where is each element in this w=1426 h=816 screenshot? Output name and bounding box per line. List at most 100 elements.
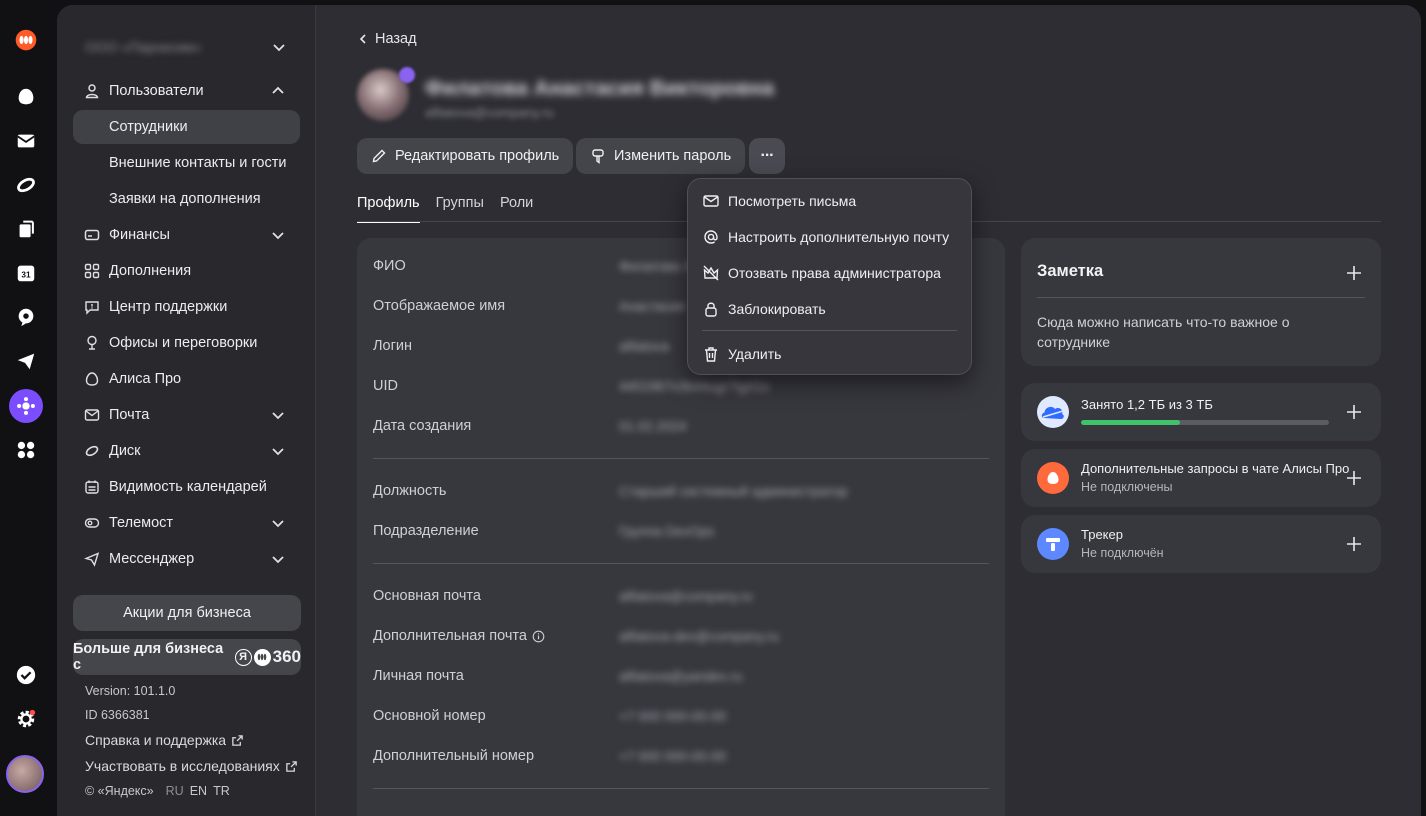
messenger-icon	[83, 550, 101, 568]
help-link[interactable]: Справка и поддержка	[85, 732, 244, 748]
version-text: Version: 101.1.0	[85, 684, 176, 698]
field-label: Дополнительный номер	[373, 748, 535, 764]
field-value: Группа DevOps	[619, 524, 715, 539]
support-icon	[83, 298, 101, 316]
tracker-status: Не подключён	[1081, 546, 1164, 560]
yandex-360-logo: Я 360	[234, 647, 301, 667]
field-label: Отображаемое имя	[373, 298, 506, 314]
admin-sidebar: ООО «Пароксим» Пользователи Сотрудники В…	[57, 5, 316, 816]
envelope-icon	[703, 195, 719, 207]
sidebar-item-offices[interactable]: Офисы и переговорки	[73, 326, 300, 360]
org-name: ООО «Пароксим»	[85, 39, 202, 55]
lock-icon	[705, 302, 717, 317]
alice-icon[interactable]	[11, 82, 41, 112]
mail-icon	[83, 406, 101, 424]
sidebar-item-external-contacts[interactable]: Внешние контакты и гости	[73, 146, 300, 180]
sidebar-item-mail[interactable]: Почта	[73, 398, 300, 432]
sidebar-item-users[interactable]: Пользователи	[73, 74, 300, 108]
section-divider	[373, 788, 989, 789]
lang-en[interactable]: EN	[190, 784, 207, 798]
edit-profile-button[interactable]: Редактировать профиль	[357, 138, 574, 174]
menu-item-block[interactable]: Заблокировать	[702, 297, 826, 321]
business-promo-button[interactable]: Акции для бизнеса	[73, 595, 301, 631]
tab-groups[interactable]: Группы	[436, 195, 484, 223]
sidebar-item-label: Дополнения	[109, 263, 192, 279]
messenger-icon[interactable]	[11, 346, 41, 376]
disk-icon[interactable]	[11, 170, 41, 200]
add-note-icon[interactable]	[1345, 264, 1363, 282]
tab-roles[interactable]: Роли	[500, 195, 533, 223]
at-icon	[704, 230, 718, 244]
field-label: UID	[373, 378, 398, 394]
alice-pro-title: Дополнительные запросы в чате Алисы Про	[1081, 461, 1350, 476]
chevron-down-icon	[272, 232, 284, 240]
telemost-icon[interactable]	[11, 302, 41, 332]
apps-icon[interactable]	[11, 435, 41, 465]
sidebar-item-employees[interactable]: Сотрудники	[73, 110, 300, 144]
change-password-label: Изменить пароль	[614, 148, 732, 164]
user-avatar[interactable]	[6, 755, 44, 793]
more-actions-button[interactable]: ···	[749, 138, 785, 174]
sidebar-item-label: Мессенджер	[109, 551, 195, 567]
menu-item-label: Заблокировать	[728, 301, 826, 317]
tasks-check-icon[interactable]	[11, 660, 41, 690]
sidebar-item-label: Внешние контакты и гости	[109, 155, 287, 171]
external-link-icon	[285, 760, 297, 772]
field-label: Подразделение	[373, 523, 479, 539]
field-value: +7 000 000-00-00	[619, 709, 726, 724]
calendar-icon[interactable]: 31	[11, 258, 41, 288]
sidebar-item-addon-requests[interactable]: Заявки на дополнения	[73, 182, 300, 216]
sidebar-item-finance[interactable]: Финансы	[73, 218, 300, 252]
back-link[interactable]: Назад	[357, 31, 417, 47]
lang-tr[interactable]: TR	[213, 784, 230, 798]
pencil-icon	[372, 149, 386, 163]
yandex-360-logo[interactable]	[11, 25, 41, 55]
sidebar-item-support[interactable]: Центр поддержки	[73, 290, 300, 324]
sidebar-item-label: Заявки на дополнения	[109, 191, 261, 207]
more-for-business-button[interactable]: Больше для бизнеса с Я 360	[73, 639, 301, 675]
tracker-icon	[1037, 528, 1069, 560]
sidebar-item-label: Центр поддержки	[109, 299, 228, 315]
sidebar-item-label: Алиса Про	[109, 371, 182, 387]
field-label: Личная почта	[373, 668, 464, 684]
org-selector[interactable]: ООО «Пароксим»	[85, 35, 287, 59]
chevron-down-icon	[272, 520, 284, 528]
change-password-button[interactable]: Изменить пароль	[576, 138, 746, 174]
disk-storage-card: Занято 1,2 ТБ из 3 ТБ	[1021, 383, 1381, 441]
menu-item-delete[interactable]: Удалить	[702, 342, 781, 366]
sidebar-item-addons[interactable]: Дополнения	[73, 254, 300, 288]
add-storage-icon[interactable]	[1345, 403, 1363, 421]
lang-ru[interactable]: RU	[166, 784, 184, 798]
add-tracker-icon[interactable]	[1345, 535, 1363, 553]
menu-item-configure-extra-mail[interactable]: Настроить дополнительную почту	[702, 225, 949, 249]
mail-icon[interactable]	[11, 126, 41, 156]
section-divider	[373, 563, 989, 564]
key-icon	[592, 149, 604, 164]
sidebar-item-calendar-visibility[interactable]: Видимость календарей	[73, 470, 300, 504]
menu-item-revoke-admin[interactable]: Отозвать права администратора	[702, 261, 941, 285]
user-icon	[83, 82, 101, 100]
info-icon[interactable]	[532, 630, 545, 643]
field-label: ФИО	[373, 258, 406, 274]
research-link[interactable]: Участвовать в исследованиях	[85, 758, 298, 774]
add-alice-pro-icon[interactable]	[1345, 469, 1363, 487]
sidebar-item-messenger[interactable]: Мессенджер	[73, 542, 300, 576]
more-actions-menu: Посмотреть письма Настроить дополнительн…	[687, 178, 972, 375]
sidebar-item-disk[interactable]: Диск	[73, 434, 300, 468]
edit-profile-label: Редактировать профиль	[395, 148, 560, 164]
menu-item-label: Удалить	[728, 346, 782, 362]
chevron-left-icon	[359, 34, 366, 44]
docs-icon[interactable]	[11, 214, 41, 244]
admin-icon[interactable]	[9, 389, 43, 423]
sidebar-item-telemost[interactable]: Телемост	[73, 506, 300, 540]
chevron-down-icon	[272, 448, 284, 456]
field-label: Основная почта	[373, 588, 481, 604]
sidebar-item-alice-pro[interactable]: Алиса Про	[73, 362, 300, 396]
finance-icon	[83, 226, 101, 244]
app-frame: ООО «Пароксим» Пользователи Сотрудники В…	[57, 5, 1421, 816]
settings-icon[interactable]	[11, 704, 41, 734]
tab-profile[interactable]: Профиль	[357, 195, 420, 223]
sidebar-item-label: Телемост	[109, 515, 174, 531]
more-dots-icon: ···	[760, 147, 775, 164]
menu-item-view-mail[interactable]: Посмотреть письма	[702, 189, 856, 213]
